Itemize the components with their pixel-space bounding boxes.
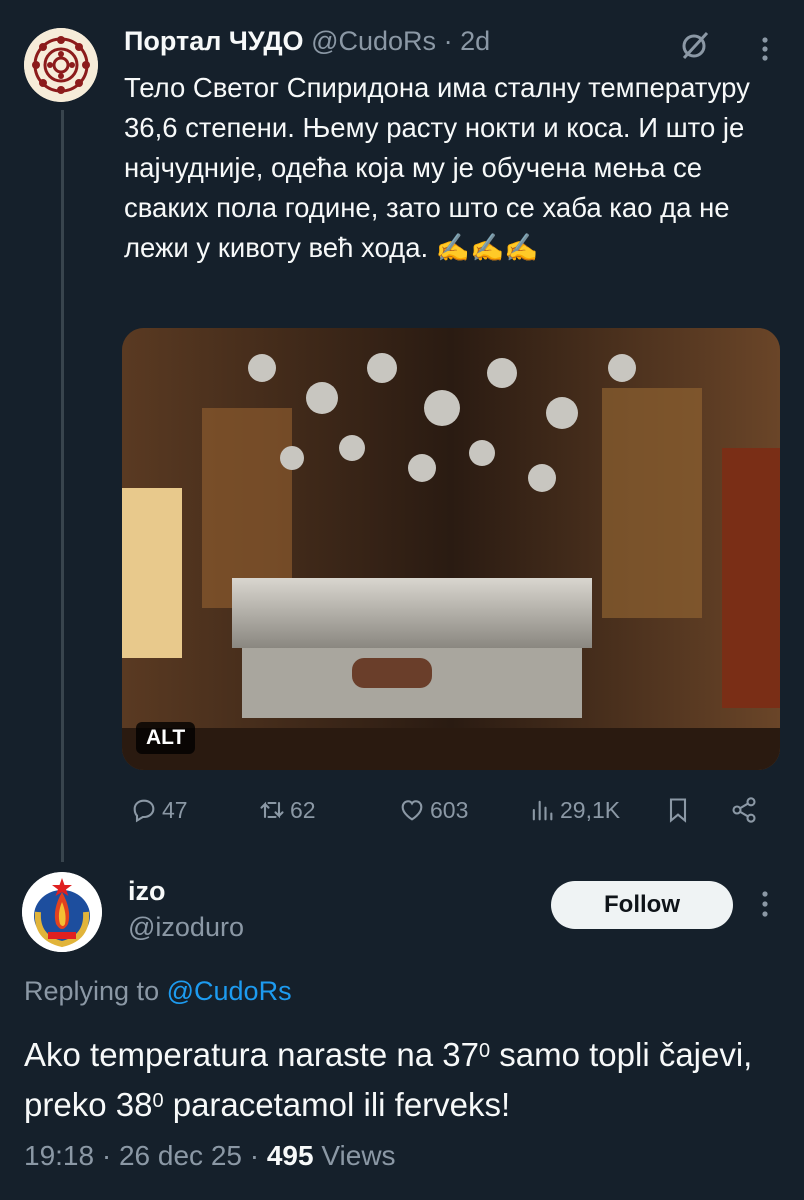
degree-superscript-1: 0 xyxy=(478,1040,491,1062)
author-handle[interactable]: @CudoRs xyxy=(311,26,436,56)
replying-to-label: Replying to xyxy=(24,976,160,1006)
degree-superscript-2: 0 xyxy=(152,1090,164,1112)
like-button[interactable]: 603 xyxy=(398,792,468,828)
meta-separator: · xyxy=(249,1140,260,1171)
heart-icon xyxy=(401,800,423,821)
tweet-text: Тело Светог Спиридона има сталну темпера… xyxy=(124,72,750,263)
repost-count: 62 xyxy=(290,796,316,823)
share-button[interactable] xyxy=(730,792,762,828)
more-icon[interactable] xyxy=(760,890,770,918)
reply-text: Ako temperatura naraste na 370 samo topl… xyxy=(24,1030,784,1130)
reply-author-name[interactable]: izo xyxy=(128,876,166,907)
meta-separator: · xyxy=(101,1140,112,1171)
alt-text-badge[interactable]: ALT xyxy=(136,722,196,754)
yugoslav-emblem-avatar xyxy=(22,872,102,952)
reply-views-label: Views xyxy=(321,1140,396,1171)
reply-metadata: 19:18 · 26 dec 25 · 495 Views xyxy=(24,1140,396,1172)
header-separator: · xyxy=(443,26,453,56)
replying-to-line: Replying to @CudoRs xyxy=(24,976,292,1007)
reply-count: 47 xyxy=(162,796,188,823)
tweet-time[interactable]: 2d xyxy=(460,26,490,56)
reply-text-part1: Ako temperatura naraste na 37 xyxy=(24,1036,479,1073)
avatar-izo[interactable] xyxy=(22,872,102,952)
reply-icon xyxy=(133,799,155,823)
views-icon xyxy=(532,800,553,821)
tweet-photo-reliquary[interactable] xyxy=(122,328,780,770)
grok-icon[interactable] xyxy=(678,28,712,62)
follow-button[interactable]: Follow xyxy=(551,881,733,929)
reply-date[interactable]: 26 dec 25 xyxy=(119,1140,242,1171)
reliquary-photo-illustration xyxy=(122,328,780,770)
thread-connector-line xyxy=(61,110,64,862)
replying-to-mention[interactable]: @CudoRs xyxy=(167,976,292,1006)
views-button[interactable]: 29,1K xyxy=(528,792,620,828)
reply-author-handle[interactable]: @izoduro xyxy=(128,912,244,943)
author-name[interactable]: Портал ЧУДО xyxy=(124,26,304,56)
more-icon[interactable] xyxy=(760,36,770,62)
repost-icon xyxy=(260,801,284,819)
portal-cudo-logo xyxy=(24,28,98,102)
reply-text-part3: paracetamol ili ferveks! xyxy=(163,1086,511,1123)
views-count: 29,1K xyxy=(560,796,621,823)
avatar-portal-cudo[interactable] xyxy=(24,28,98,102)
tweet-header: Портал ЧУДО @CudoRs · 2d xyxy=(124,26,490,57)
repost-button[interactable]: 62 xyxy=(258,792,316,828)
reply-views-count[interactable]: 495 xyxy=(267,1140,314,1171)
reply-time[interactable]: 19:18 xyxy=(24,1140,94,1171)
share-icon xyxy=(732,797,756,823)
reply-button[interactable]: 47 xyxy=(130,792,188,828)
bookmark-icon xyxy=(669,798,687,823)
like-count: 603 xyxy=(430,796,469,823)
bookmark-button[interactable] xyxy=(664,792,696,828)
